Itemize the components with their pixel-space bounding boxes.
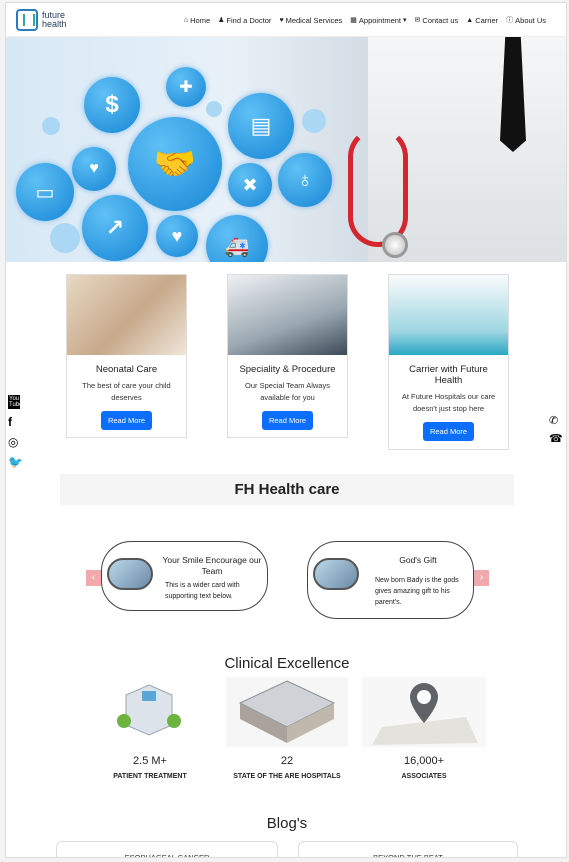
logo-mark-icon: [16, 9, 38, 31]
whatsapp-icon[interactable]: ✆: [549, 414, 563, 427]
bandage-icon: ✖: [228, 163, 272, 207]
nav-appointment-dropdown[interactable]: ▦ Appointment ▾: [350, 15, 406, 25]
testimonial-image: [313, 558, 359, 590]
nav-home[interactable]: ⌂ Home: [184, 15, 210, 25]
nav-carrier[interactable]: ▲ Carrier: [466, 15, 498, 25]
testimonial-card: Your Smile Encourage our Team This is a …: [101, 541, 268, 611]
briefcase-icon: ▭: [16, 163, 74, 221]
map-pin-image: [362, 677, 486, 747]
excellence-heading: Clinical Excellence: [224, 655, 350, 672]
card-title: Speciality & Procedure: [239, 364, 336, 375]
home-icon: ⌂: [183, 16, 189, 24]
phone-icon[interactable]: ☎: [549, 432, 563, 445]
stat-label: PATIENT TREATMENT: [113, 773, 187, 780]
facebook-icon[interactable]: f: [8, 415, 23, 429]
card-image: [389, 275, 508, 355]
nav-about[interactable]: ⓘ About Us: [506, 15, 546, 25]
card-text: At Future Hospitals our care doesn't jus…: [401, 392, 496, 413]
testimonial-image: [107, 558, 153, 590]
hospital-floorplan-image: [226, 677, 348, 747]
youtube-icon[interactable]: You Tube: [8, 395, 22, 409]
stat-value: 2.5 M+: [133, 755, 167, 767]
nav-find-doctor[interactable]: ♟ Find a Doctor: [218, 15, 271, 25]
hero-banner: $ ✚ ▤ 🤝 ♥ ▭ ↗ ✖ ♁ ♥ 🚑: [6, 37, 566, 262]
card-title: Carrier with Future Health: [409, 364, 488, 386]
instagram-icon[interactable]: ◎: [8, 435, 23, 449]
card-carrier: Carrier with Future Health At Future Hos…: [388, 274, 509, 450]
hospital-icon: ✚: [166, 67, 206, 107]
contact-icon: ✉: [414, 17, 421, 24]
social-left: You Tube f ◎ 🐦: [8, 395, 23, 469]
testimonial-text: This is a wider card with supporting tex…: [165, 582, 240, 600]
carousel-next-button[interactable]: ›: [474, 570, 489, 586]
info-icon: ⓘ: [506, 17, 514, 24]
medical-services-icon: ♥: [279, 16, 284, 24]
care-hand-icon: ♥: [72, 147, 116, 191]
card-text: Our Special Team Always available for yo…: [245, 381, 330, 402]
social-right: ✆ ☎: [549, 414, 563, 445]
card-image: [228, 275, 347, 355]
nav-links: ⌂ Home ♟ Find a Doctor ♥ Medical Services ▦…: [184, 15, 546, 25]
stat-label: ASSOCIATES: [401, 773, 447, 780]
stat-value: 16,000+: [403, 755, 445, 767]
caret-down-icon: ▾: [403, 17, 407, 24]
testimonial-card: God's Gift New born Bady is the gods giv…: [307, 541, 474, 619]
read-more-button[interactable]: Read More: [261, 411, 314, 430]
nav-contact[interactable]: ✉ Contact us: [415, 15, 459, 25]
heart-plus-icon: ♥: [156, 215, 198, 257]
stethoscope-icon: ♁: [278, 153, 332, 207]
card-speciality: Speciality & Procedure Our Special Team …: [227, 274, 348, 438]
chart-icon: ↗: [82, 195, 148, 261]
brand-line-2: health: [42, 19, 67, 29]
graduation-cap-icon: ▲: [466, 16, 474, 24]
blog-card[interactable]: BEYOND THE BEAT: [298, 841, 518, 857]
blogs-heading: Blog's: [266, 815, 308, 832]
section-heading: FH Health care: [60, 474, 514, 505]
stat-label: STATE OF THE ARE HOSPITALS: [233, 773, 341, 780]
testimonial-title: God's Gift: [399, 555, 437, 565]
page-frame: future health ⌂ Home ♟ Find a Doctor ♥ Medi…: [5, 2, 567, 858]
handshake-icon: 🤝: [128, 117, 222, 211]
stat-value: 22: [280, 755, 294, 767]
card-image: [67, 275, 186, 355]
money-icon: $: [84, 77, 140, 133]
testimonial-text: New born Bady is the gods gives amazing …: [375, 577, 459, 606]
carousel-prev-button[interactable]: ‹: [86, 570, 101, 586]
documents-icon: ▤: [228, 93, 294, 159]
read-more-button[interactable]: Read More: [422, 422, 475, 441]
hospital-building-icon: [114, 677, 184, 747]
nav-medical-services[interactable]: ♥ Medical Services: [279, 15, 342, 25]
calendar-icon: ▦: [350, 17, 357, 24]
card-title: Neonatal Care: [95, 364, 158, 375]
brand-logo[interactable]: future health: [16, 8, 67, 32]
card-neonatal: Neonatal Care The best of care your chil…: [66, 274, 187, 438]
doctor-icon: ♟: [218, 17, 225, 24]
read-more-button[interactable]: Read More: [100, 411, 153, 430]
ambulance-icon: 🚑: [206, 215, 268, 262]
blog-card[interactable]: ESOPHAGEAL CANCER: [56, 841, 278, 857]
twitter-icon[interactable]: 🐦: [8, 455, 23, 469]
card-text: The best of care your child deserves: [82, 381, 171, 402]
navbar: future health ⌂ Home ♟ Find a Doctor ♥ Medi…: [6, 3, 566, 37]
testimonial-title: Your Smile Encourage our Team: [162, 555, 262, 576]
